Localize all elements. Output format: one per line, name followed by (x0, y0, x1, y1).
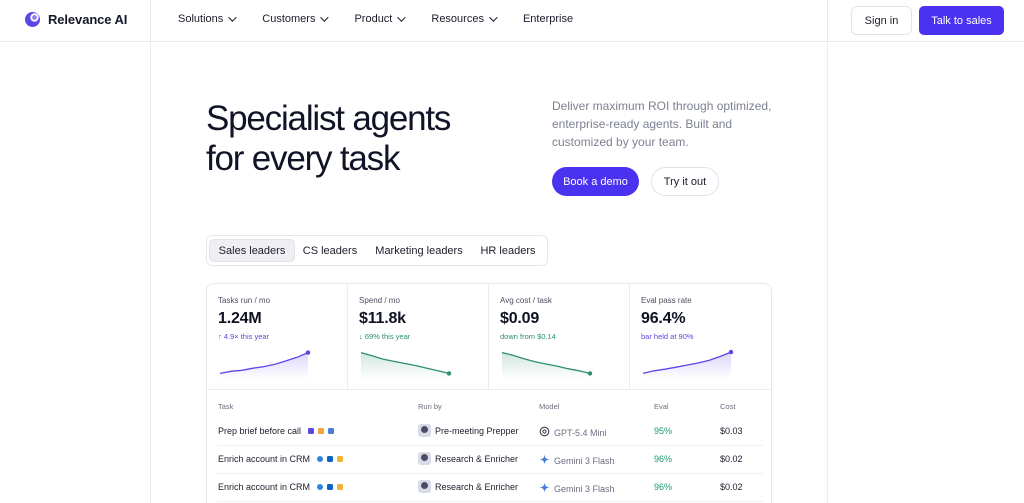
agent-avatar (418, 480, 431, 493)
chevron-down-icon (320, 13, 330, 22)
stat-avg-cost: Avg cost / task $0.09 down from $0.14 (489, 284, 630, 390)
page-frame-right (827, 42, 828, 503)
sparkline-endpoint (587, 371, 593, 376)
nav-divider (827, 0, 828, 42)
agent-avatar (418, 452, 431, 465)
page-frame-left (150, 42, 151, 503)
col-header-model: Model (539, 402, 560, 411)
tool-icon (337, 456, 344, 462)
top-navigation: Relevance AI Solutions Customers Product… (0, 0, 1024, 42)
nav-links: Solutions Customers Product Resources En… (178, 13, 601, 25)
sparkline-endpoint (305, 350, 311, 355)
sparkline-eval (642, 349, 734, 379)
tool-icon (318, 428, 325, 434)
tab-marketing-leaders[interactable]: Marketing leaders (367, 239, 471, 262)
openai-icon (539, 426, 550, 439)
stat-eval-pass: Eval pass rate 96.4% bar held at 90% (630, 284, 771, 390)
tool-icon (328, 428, 335, 434)
gemini-icon (539, 454, 550, 467)
task-name: Prep brief before call (218, 426, 302, 436)
cost-value: $0.03 (720, 426, 743, 436)
nav-solutions[interactable]: Solutions (178, 13, 237, 25)
table-row[interactable]: Enrich account in CRM Research & Enriche… (217, 474, 763, 502)
sparkline-area (220, 352, 308, 379)
brand-name: Relevance AI (48, 12, 128, 27)
gemini-icon (539, 482, 550, 495)
brand-logo[interactable]: Relevance AI (24, 11, 127, 28)
tab-sales-leaders[interactable]: Sales leaders (209, 239, 295, 262)
agent-name: Research & Enricher (435, 453, 519, 464)
hero-description: Deliver maximum ROI through optimized, e… (552, 99, 772, 149)
audience-tabs: Sales leaders CS leaders Marketing leade… (206, 235, 548, 266)
table-row[interactable]: Prep brief before call Pre-meeting Prepp… (217, 418, 763, 446)
sparkline-tasks (219, 350, 311, 379)
stat-spend: Spend / mo $11.8k ↓ 69% this year (348, 284, 489, 390)
linkedin-icon (327, 456, 334, 462)
stat-tasks-run: Tasks run / mo 1.24M ↑ 4.9× this year (207, 284, 348, 390)
agent-avatar (418, 424, 431, 437)
try-it-out-button[interactable]: Try it out (651, 167, 719, 196)
col-header-cost: Cost (720, 402, 736, 411)
eval-score: 96% (654, 454, 673, 464)
talk-to-sales-button[interactable]: Talk to sales (919, 6, 1004, 35)
nav-enterprise[interactable]: Enterprise (523, 13, 573, 25)
relevance-logo-icon (24, 11, 41, 28)
task-name: Enrich account in CRM (218, 482, 311, 492)
linkedin-icon (327, 484, 334, 490)
cost-value: $0.02 (720, 482, 743, 492)
sparkline-avg-cost (501, 351, 593, 379)
stats-row: Tasks run / mo 1.24M ↑ 4.9× this year Sp… (207, 284, 771, 390)
tool-icon (308, 428, 315, 434)
col-header-eval: Eval (654, 402, 669, 411)
chevron-down-icon (228, 13, 237, 22)
sign-in-button[interactable]: Sign in (851, 6, 912, 35)
chevron-down-icon (397, 13, 407, 22)
tab-cs-leaders[interactable]: CS leaders (297, 239, 363, 262)
model-name: Gemini 3 Flash (554, 483, 615, 494)
tool-icon (317, 484, 324, 490)
eval-score: 96% (654, 482, 673, 492)
nav-product[interactable]: Product (354, 13, 407, 25)
nav-customers[interactable]: Customers (262, 13, 330, 25)
tool-icon (317, 456, 324, 462)
tab-hr-leaders[interactable]: HR leaders (473, 239, 543, 262)
hero-title: Specialist agents for every task (206, 99, 451, 178)
cost-value: $0.02 (720, 454, 743, 464)
nav-divider (150, 0, 151, 42)
metrics-card: Tasks run / mo 1.24M ↑ 4.9× this year Sp… (206, 283, 772, 503)
sparkline-endpoint (728, 349, 734, 355)
eval-score: 95% (654, 426, 673, 436)
tool-icon (337, 484, 344, 490)
model-name: GPT-5.4 Mini (554, 427, 607, 438)
chevron-down-icon (489, 13, 498, 22)
sparkline-endpoint (446, 371, 452, 376)
agent-name: Pre-meeting Prepper (435, 425, 519, 436)
agent-name: Research & Enricher (435, 481, 519, 492)
sparkline-spend (360, 351, 452, 379)
table-row[interactable]: Enrich account in CRM Research & Enriche… (217, 446, 763, 474)
nav-resources[interactable]: Resources (431, 13, 498, 25)
task-name: Enrich account in CRM (218, 454, 311, 464)
col-header-task: Task (218, 402, 234, 411)
col-header-run-by: Run by (418, 402, 442, 411)
book-demo-button[interactable]: Book a demo (552, 167, 639, 196)
model-name: Gemini 3 Flash (554, 455, 615, 466)
